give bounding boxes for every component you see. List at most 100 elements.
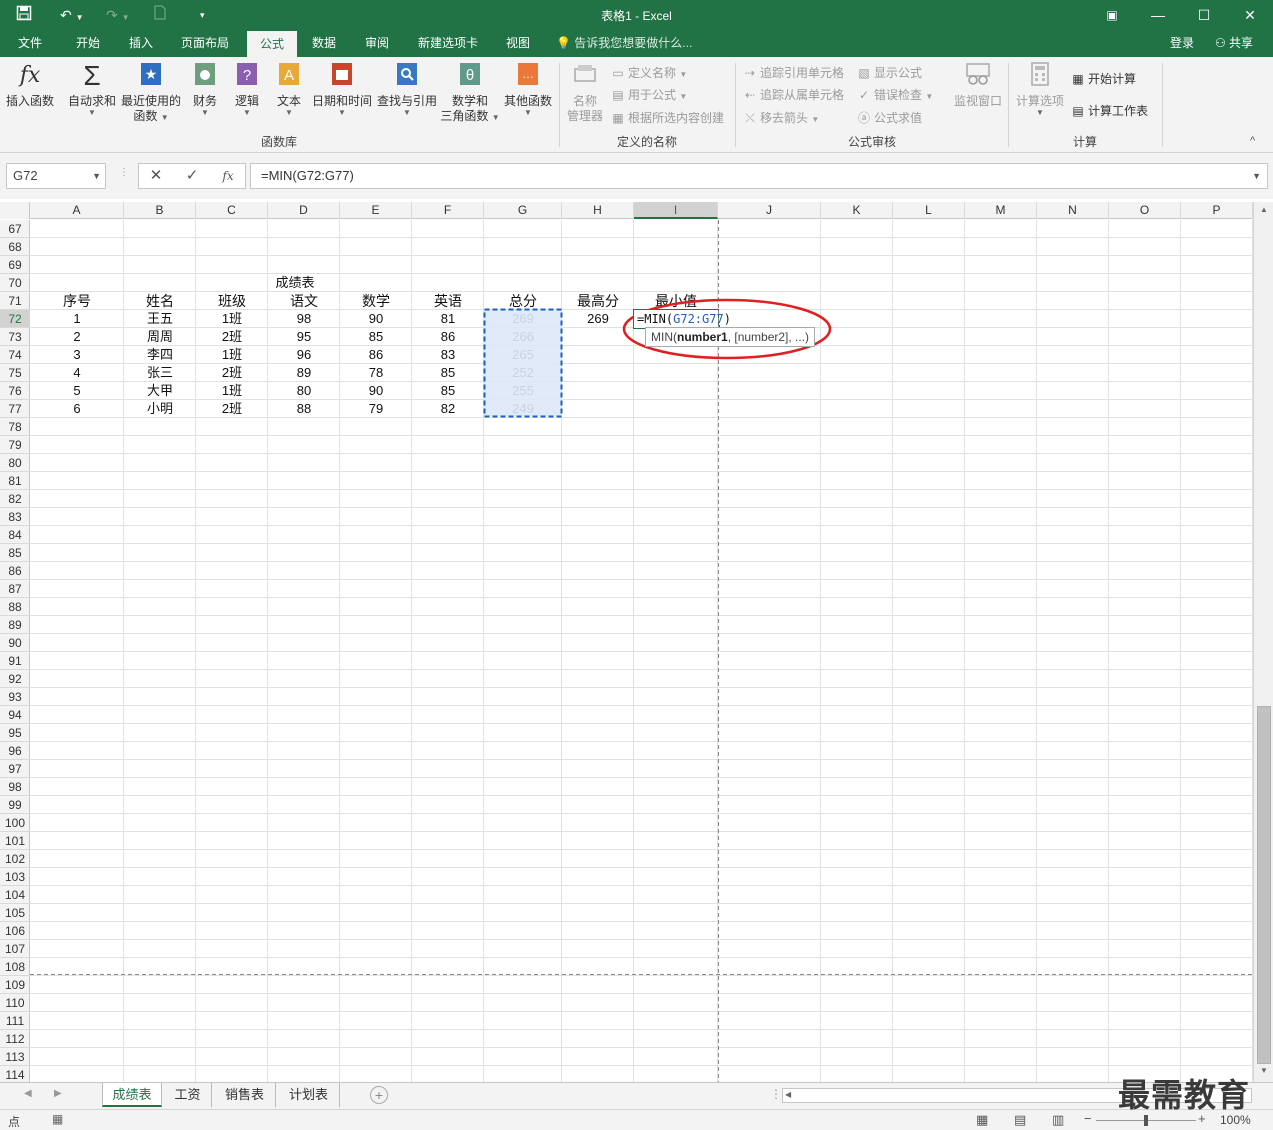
row-header-111[interactable]: 111 bbox=[0, 1012, 30, 1030]
text-button[interactable]: A 文本 ▼ bbox=[268, 61, 310, 117]
name-box[interactable]: G72 ▼ bbox=[6, 163, 106, 189]
minimize-icon[interactable]: — bbox=[1135, 0, 1181, 30]
sign-in-link[interactable]: 登录 bbox=[1162, 30, 1202, 57]
column-header-h[interactable]: H bbox=[562, 202, 634, 219]
data-cell[interactable]: 82 bbox=[412, 400, 484, 418]
row-header-76[interactable]: 76 bbox=[0, 382, 30, 400]
data-cell[interactable]: 98 bbox=[268, 310, 340, 328]
financial-button[interactable]: 财务 ▼ bbox=[184, 61, 226, 117]
row-header-78[interactable]: 78 bbox=[0, 418, 30, 436]
function-tooltip[interactable]: MIN(number1, [number2], ...) bbox=[645, 327, 816, 347]
tell-me-box[interactable]: 💡 告诉我您想要做什么... bbox=[556, 30, 706, 57]
collapse-ribbon-icon[interactable]: ^ bbox=[1250, 135, 1255, 147]
data-cell[interactable]: 89 bbox=[268, 364, 340, 382]
prev-sheet-icon[interactable]: ◀ bbox=[24, 1088, 32, 1099]
row-header-114[interactable]: 114 bbox=[0, 1066, 30, 1082]
cancel-icon[interactable]: ✕ bbox=[138, 163, 174, 189]
lookup-reference-button[interactable]: 查找与引用 ▼ bbox=[375, 61, 439, 117]
remove-arrows-button[interactable]: ⤬ 移去箭头 ▼ bbox=[742, 108, 819, 128]
data-cell[interactable]: 95 bbox=[268, 328, 340, 346]
select-all-corner[interactable] bbox=[0, 202, 30, 219]
formula-input[interactable]: =MIN(G72:G77) ▼ bbox=[250, 163, 1268, 189]
sheet-tab-scores[interactable]: 成绩表 bbox=[102, 1083, 162, 1107]
add-sheet-icon[interactable]: + bbox=[370, 1086, 388, 1104]
data-cell[interactable]: 80 bbox=[268, 382, 340, 400]
evaluate-formula-button[interactable]: ⓐ 公式求值 bbox=[856, 108, 922, 128]
row-header-102[interactable]: 102 bbox=[0, 850, 30, 868]
row-header-98[interactable]: 98 bbox=[0, 778, 30, 796]
data-cell[interactable]: 2班 bbox=[196, 328, 268, 346]
data-cell[interactable]: 1班 bbox=[196, 310, 268, 328]
column-header-k[interactable]: K bbox=[821, 202, 893, 219]
row-header-89[interactable]: 89 bbox=[0, 616, 30, 634]
data-cell[interactable]: 90 bbox=[340, 382, 412, 400]
watch-window-button[interactable]: 监视窗口 bbox=[950, 61, 1006, 109]
header-cell[interactable]: 语文 bbox=[268, 292, 340, 310]
row-header-88[interactable]: 88 bbox=[0, 598, 30, 616]
row-header-82[interactable]: 82 bbox=[0, 490, 30, 508]
tab-splitter-icon[interactable]: ⋮ bbox=[770, 1087, 782, 1101]
row-header-90[interactable]: 90 bbox=[0, 634, 30, 652]
data-cell[interactable]: 252 bbox=[484, 364, 562, 382]
tab-insert[interactable]: 插入 bbox=[118, 30, 164, 57]
data-cell[interactable]: 5 bbox=[30, 382, 124, 400]
row-header-107[interactable]: 107 bbox=[0, 940, 30, 958]
page-break-view-icon[interactable]: ▥ bbox=[1052, 1112, 1064, 1128]
sheet-tab-sales[interactable]: 销售表 bbox=[214, 1083, 276, 1107]
scroll-up-icon[interactable]: ▲ bbox=[1254, 205, 1273, 219]
data-cell[interactable]: 85 bbox=[340, 328, 412, 346]
tab-formulas[interactable]: 公式 bbox=[247, 30, 297, 57]
row-header-113[interactable]: 113 bbox=[0, 1048, 30, 1066]
row-header-83[interactable]: 83 bbox=[0, 508, 30, 526]
column-header-g[interactable]: G bbox=[484, 202, 562, 219]
page-layout-view-icon[interactable]: ▤ bbox=[1014, 1112, 1026, 1128]
data-cell[interactable]: 4 bbox=[30, 364, 124, 382]
row-header-99[interactable]: 99 bbox=[0, 796, 30, 814]
data-cell[interactable]: 2 bbox=[30, 328, 124, 346]
row-header-104[interactable]: 104 bbox=[0, 886, 30, 904]
use-in-formula-button[interactable]: ▤ 用于公式 ▼ bbox=[610, 85, 687, 105]
calculate-sheet-button[interactable]: ▤ 计算工作表 bbox=[1070, 101, 1148, 121]
row-header-81[interactable]: 81 bbox=[0, 472, 30, 490]
data-cell[interactable]: 255 bbox=[484, 382, 562, 400]
data-cell[interactable]: 2班 bbox=[196, 364, 268, 382]
tab-view[interactable]: 视图 bbox=[494, 30, 542, 57]
row-header-79[interactable]: 79 bbox=[0, 436, 30, 454]
recently-used-button[interactable]: ★ 最近使用的 函数 ▼ bbox=[120, 61, 182, 125]
row-header-72[interactable]: 72 bbox=[0, 310, 30, 328]
row-header-80[interactable]: 80 bbox=[0, 454, 30, 472]
insert-function-button[interactable]: fx 插入函数 bbox=[4, 61, 56, 109]
trace-dependents-button[interactable]: ⇠ 追踪从属单元格 bbox=[742, 85, 844, 105]
scroll-thumb[interactable] bbox=[1257, 706, 1271, 1064]
tab-home[interactable]: 开始 bbox=[64, 30, 112, 57]
column-header-p[interactable]: P bbox=[1181, 202, 1253, 219]
worksheet-grid[interactable]: ABCDEFGHIJKLMNOP 67 68 69 70 71 72 73 74 75 76 77 7… bbox=[0, 202, 1273, 1082]
data-cell[interactable]: 86 bbox=[340, 346, 412, 364]
data-cell[interactable]: 90 bbox=[340, 310, 412, 328]
tab-page-layout[interactable]: 页面布局 bbox=[172, 30, 238, 57]
row-header-93[interactable]: 93 bbox=[0, 688, 30, 706]
tab-file[interactable]: 文件 bbox=[8, 30, 52, 57]
enter-icon[interactable]: ✓ bbox=[174, 163, 210, 189]
row-header-71[interactable]: 71 bbox=[0, 292, 30, 310]
column-header-m[interactable]: M bbox=[965, 202, 1037, 219]
row-header-91[interactable]: 91 bbox=[0, 652, 30, 670]
row-header-85[interactable]: 85 bbox=[0, 544, 30, 562]
data-cell[interactable]: 88 bbox=[268, 400, 340, 418]
data-cell[interactable]: 85 bbox=[412, 382, 484, 400]
column-header-d[interactable]: D bbox=[268, 202, 340, 219]
max-value-cell[interactable]: 269 bbox=[562, 310, 634, 328]
data-cell[interactable]: 79 bbox=[340, 400, 412, 418]
row-header-77[interactable]: 77 bbox=[0, 400, 30, 418]
header-cell[interactable]: 总分 bbox=[484, 292, 562, 310]
tab-data[interactable]: 数据 bbox=[302, 30, 346, 57]
vertical-scrollbar[interactable]: ▲ ▼ bbox=[1253, 202, 1273, 1082]
scroll-left-icon[interactable]: ◀ bbox=[785, 1090, 791, 1099]
macro-record-icon[interactable]: ▦ bbox=[52, 1112, 63, 1126]
header-cell[interactable]: 序号 bbox=[30, 292, 124, 310]
data-cell[interactable]: 78 bbox=[340, 364, 412, 382]
error-checking-button[interactable]: ✓ 错误检查 ▼ bbox=[856, 85, 933, 105]
create-from-selection-button[interactable]: ▦ 根据所选内容创建 bbox=[610, 108, 724, 128]
row-header-109[interactable]: 109 bbox=[0, 976, 30, 994]
maximize-icon[interactable]: ☐ bbox=[1181, 0, 1227, 30]
